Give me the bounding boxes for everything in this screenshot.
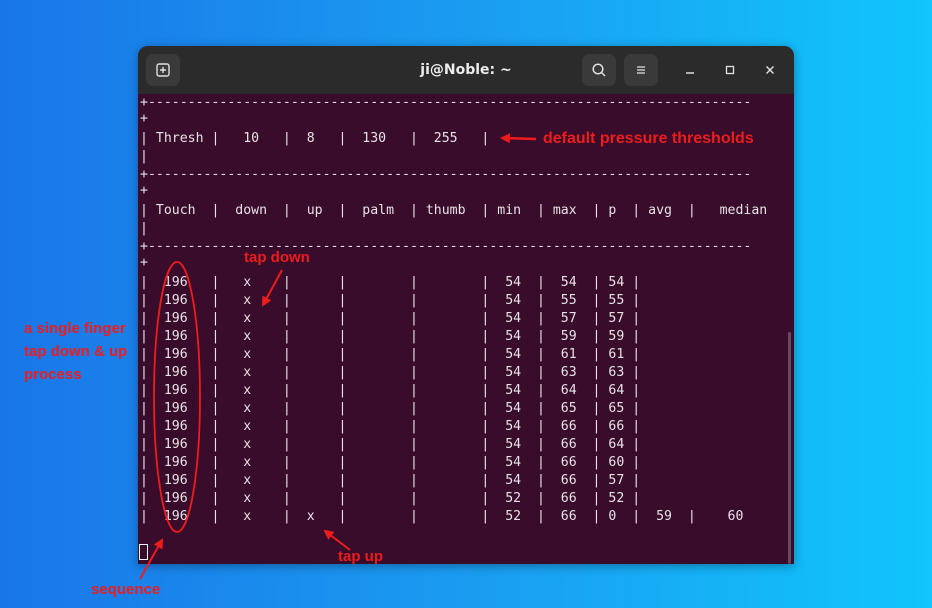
terminal-line: +---------------------------------------… [140, 239, 752, 254]
single-finger-label-2: tap down & up [24, 343, 128, 360]
table-row: | 196 | x | | | | 54 | 59 | 59 | [140, 329, 641, 344]
close-button[interactable] [758, 58, 782, 82]
search-icon [592, 63, 606, 77]
terminal-window: ji@Noble: ~ +---------------------------… [138, 46, 794, 564]
hamburger-menu-icon [637, 66, 645, 74]
terminal-line: | [140, 221, 148, 236]
table-row: | 196 | x | | | | 54 | 57 | 57 | [140, 311, 641, 326]
table-row: | 196 | x | | | | 54 | 64 | 64 | [140, 383, 641, 398]
terminal-cursor [139, 544, 148, 560]
table-row: | 196 | x | | | | 54 | 66 | 64 | [140, 437, 641, 452]
table-row: | 196 | x | | | | 54 | 61 | 61 | [140, 347, 641, 362]
terminal-line: + [140, 255, 148, 270]
tap-down-label: tap down [244, 249, 310, 266]
maximize-button[interactable] [718, 58, 742, 82]
table-row: | 196 | x | | | | 54 | 55 | 55 | [140, 293, 641, 308]
search-button[interactable] [582, 54, 616, 86]
terminal-line: +---------------------------------------… [140, 167, 752, 182]
single-finger-label-3: process [24, 366, 82, 383]
minimize-button[interactable] [678, 58, 702, 82]
sequence-label: sequence [91, 581, 161, 598]
single-finger-label-1: a single finger [24, 320, 126, 337]
terminal-line: +---------------------------------------… [140, 95, 752, 110]
terminal-line: | [140, 149, 148, 164]
maximize-icon [725, 65, 735, 75]
table-row: | 196 | x | | | | 54 | 66 | 66 | [140, 419, 641, 434]
table-row: | 196 | x | | | | 54 | 54 | 54 | [140, 275, 641, 290]
table-row: | 196 | x | | | | 54 | 66 | 60 | [140, 455, 641, 470]
terminal-line: + [140, 183, 148, 198]
title-bar: ji@Noble: ~ [138, 46, 794, 94]
header-row: | Touch | down | up | palm | thumb | min… [140, 203, 768, 218]
thresh-row: | Thresh | 10 | 8 | 130 | 255 | [140, 131, 490, 146]
window-title: ji@Noble: ~ [420, 62, 512, 78]
menu-button[interactable] [624, 54, 658, 86]
tap-up-label: tap up [338, 548, 383, 565]
table-row: | 196 | x | | | | 54 | 66 | 57 | [140, 473, 641, 488]
scrollbar[interactable] [788, 332, 791, 564]
table-row: | 196 | x | x | | | 52 | 66 | 0 | 59 | 6… [140, 509, 744, 524]
default-thresholds-label: default pressure thresholds [543, 130, 754, 147]
minimize-icon [686, 72, 694, 74]
table-row: | 196 | x | | | | 52 | 66 | 52 | [140, 491, 641, 506]
close-icon [766, 66, 774, 74]
terminal-line: + [140, 111, 148, 126]
table-row: | 196 | x | | | | 54 | 65 | 65 | [140, 401, 641, 416]
new-tab-icon [156, 63, 170, 77]
terminal-output[interactable]: +---------------------------------------… [138, 94, 794, 564]
table-row: | 196 | x | | | | 54 | 63 | 63 | [140, 365, 641, 380]
new-tab-button[interactable] [146, 54, 180, 86]
